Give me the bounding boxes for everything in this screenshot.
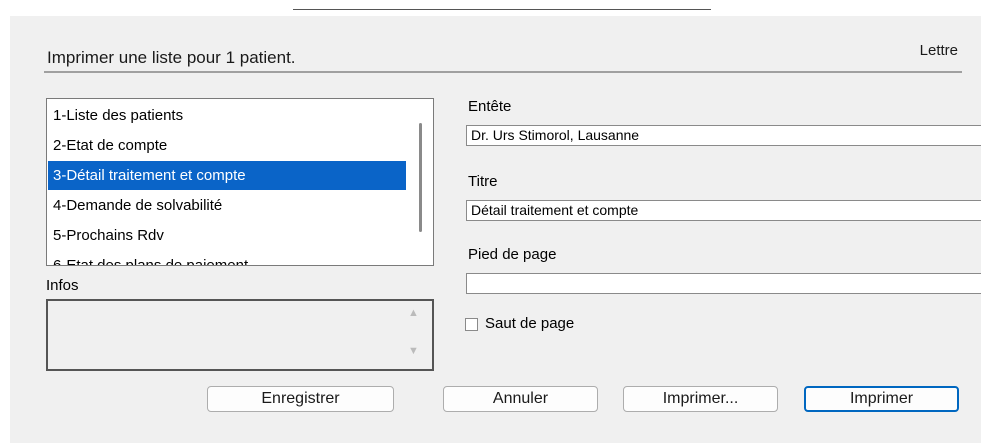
cancel-button[interactable]: Annuler	[443, 386, 598, 412]
print-dialog-button[interactable]: Imprimer...	[623, 386, 778, 412]
infos-label: Infos	[46, 277, 79, 294]
list-item[interactable]: 5-Prochains Rdv	[48, 221, 406, 250]
heading-divider	[44, 71, 962, 73]
pied-de-page-input[interactable]	[466, 273, 981, 294]
page-break-checkbox[interactable]	[465, 318, 478, 331]
titre-label: Titre	[468, 173, 498, 190]
scroll-up-icon[interactable]: ▲	[408, 307, 419, 319]
report-list[interactable]: 1-Liste des patients 2-Etat de compte 3-…	[46, 98, 434, 266]
list-item[interactable]: 1-Liste des patients	[48, 101, 406, 130]
save-button[interactable]: Enregistrer	[207, 386, 394, 412]
top-divider	[293, 9, 711, 10]
entete-label: Entête	[468, 98, 512, 115]
list-item-selected[interactable]: 3-Détail traitement et compte	[48, 161, 406, 190]
dialog-heading: Imprimer une liste pour 1 patient.	[47, 48, 296, 67]
page-break-label: Saut de page	[485, 315, 575, 332]
pied-de-page-label: Pied de page	[468, 246, 557, 263]
scroll-down-icon[interactable]: ▼	[408, 345, 419, 357]
list-item[interactable]: 4-Demande de solvabilité	[48, 191, 406, 220]
list-item[interactable]: 6-Etat des plans de paiement	[48, 251, 406, 265]
list-item[interactable]: 2-Etat de compte	[48, 131, 406, 160]
titre-input[interactable]: Détail traitement et compte	[466, 200, 981, 221]
paper-size-label: Lettre	[919, 42, 958, 59]
list-scrollbar-thumb[interactable]	[419, 123, 422, 232]
entete-input[interactable]: Dr. Urs Stimorol, Lausanne	[466, 125, 981, 146]
print-button[interactable]: Imprimer	[804, 386, 959, 412]
infos-textarea[interactable]: ▲ ▼	[46, 299, 434, 371]
